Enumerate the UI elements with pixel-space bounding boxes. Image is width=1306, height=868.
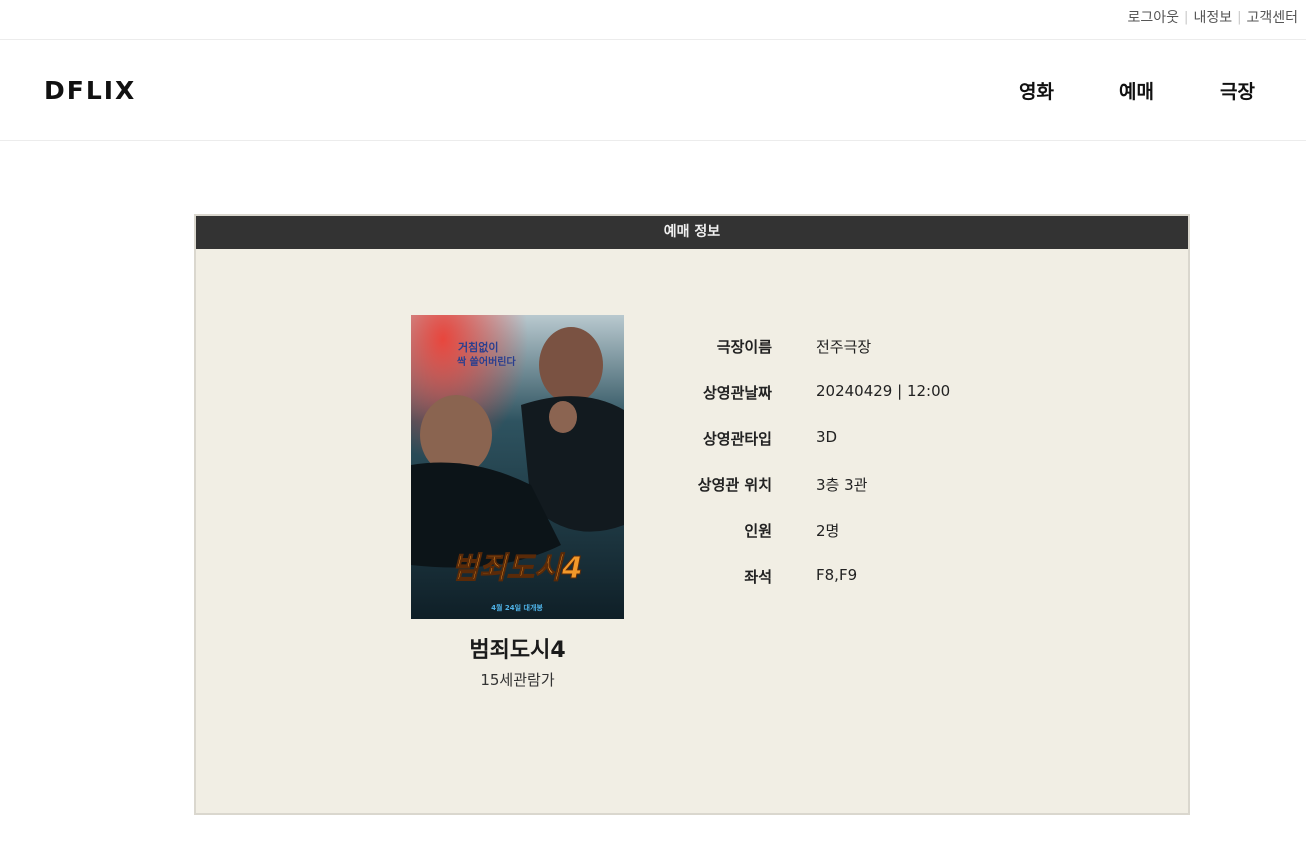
reservation-panel: 예매 정보 거침없이 싹 쓸어버린다 범죄도시4 4월 24일 대개봉 범죄도시…	[194, 214, 1190, 815]
poster-title: 범죄도시4	[451, 551, 582, 586]
detail-row-date: 상영관날짜 20240429 | 12:00	[636, 382, 1056, 406]
nav-item-booking[interactable]: 예매	[1119, 77, 1154, 104]
detail-value: 20240429 | 12:00	[816, 382, 951, 400]
panel-title: 예매 정보	[196, 216, 1188, 249]
detail-label: 극장이름	[716, 338, 772, 356]
movie-poster: 거침없이 싹 쓸어버린다 범죄도시4 4월 24일 대개봉	[411, 315, 624, 619]
detail-value: 3층 3관	[816, 476, 868, 494]
detail-label: 상영관 위치	[697, 476, 772, 494]
detail-label: 상영관타입	[702, 430, 772, 448]
divider: |	[1237, 9, 1242, 25]
detail-value: 2명	[816, 522, 840, 540]
detail-label: 인원	[744, 522, 772, 540]
utility-links: 로그아웃 | 내정보 | 고객센터	[1128, 7, 1298, 27]
nav-item-movies[interactable]: 영화	[1019, 77, 1054, 104]
detail-row-location: 상영관 위치 3층 3관	[636, 474, 1056, 498]
detail-value: 전주극장	[816, 338, 872, 356]
main-header: DFLIX 영화 예매 극장	[0, 41, 1306, 141]
my-info-link[interactable]: 내정보	[1193, 7, 1232, 27]
detail-row-type: 상영관타입 3D	[636, 428, 1056, 452]
detail-label: 상영관날짜	[702, 384, 772, 402]
logout-link[interactable]: 로그아웃	[1128, 7, 1180, 27]
detail-row-theater: 극장이름 전주극장	[636, 336, 1056, 360]
poster-fist	[549, 401, 577, 433]
poster-tagline-line2: 싹 쓸어버린다	[457, 355, 516, 368]
divider: |	[1184, 9, 1189, 25]
detail-label: 좌석	[744, 568, 772, 586]
detail-row-people: 인원 2명	[636, 520, 1056, 544]
detail-value: F8,F9	[816, 566, 858, 584]
movie-rating: 15세관람가	[480, 671, 555, 689]
nav-item-theaters[interactable]: 극장	[1220, 77, 1255, 104]
poster-tagline-line1: 거침없이	[458, 340, 498, 354]
utility-bar: 로그아웃 | 내정보 | 고객센터	[0, 0, 1306, 40]
detail-row-seats: 좌석 F8,F9	[636, 566, 1056, 590]
detail-value: 3D	[816, 428, 838, 446]
customer-center-link[interactable]: 고객센터	[1246, 7, 1298, 27]
movie-title: 범죄도시4	[469, 638, 566, 663]
poster-figure-right-head	[539, 327, 603, 403]
main-nav: 영화 예매 극장	[0, 77, 1306, 107]
poster-release-date: 4월 24일 대개봉	[491, 603, 543, 612]
